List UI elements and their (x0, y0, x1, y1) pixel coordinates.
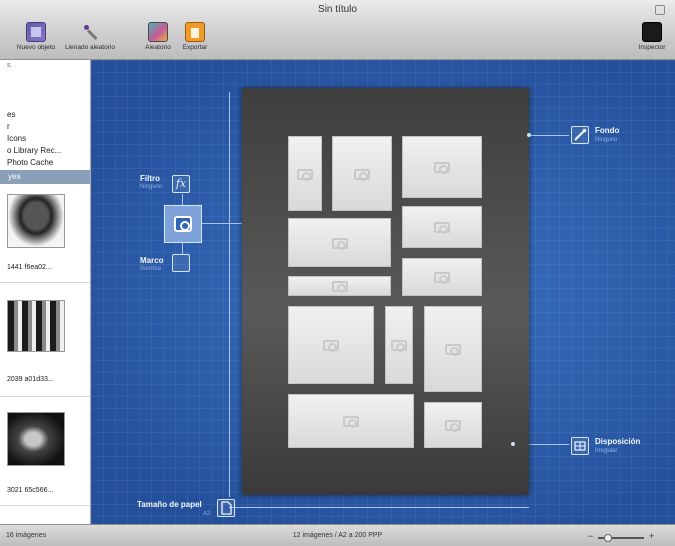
camera-icon (445, 344, 461, 356)
frame-icon[interactable] (172, 254, 190, 272)
export-icon (185, 22, 205, 42)
image-slot[interactable] (288, 218, 391, 267)
image-slot[interactable] (288, 136, 322, 211)
sidebar-item[interactable]: es (7, 110, 15, 119)
sidebar-selected-label: yes (8, 172, 21, 181)
image-slot[interactable] (402, 136, 482, 198)
brush-glyph (574, 128, 587, 141)
frame-value: Sombra (140, 266, 162, 272)
sidebar-item[interactable]: s (7, 62, 11, 69)
inspector-label: Inspector (638, 44, 666, 51)
guide-dot (511, 442, 515, 446)
guide-line (529, 135, 569, 136)
camera-icon (331, 281, 348, 293)
image-slot[interactable] (402, 206, 482, 248)
paper-size-value: A2 (203, 511, 211, 517)
window-title: Sin título (318, 4, 357, 15)
camera-icon (174, 216, 192, 232)
divider (0, 282, 90, 283)
camera-icon (343, 416, 359, 428)
layout-label: Disposición (595, 437, 641, 446)
camera-icon (445, 420, 461, 432)
photo-thumbnail[interactable] (7, 300, 65, 352)
camera-icon (434, 272, 450, 284)
image-slot[interactable] (424, 306, 482, 392)
photo-thumbnail[interactable] (7, 412, 65, 466)
image-slot[interactable] (385, 306, 413, 384)
export-label: Exportar (182, 44, 208, 51)
vertical-guide (229, 92, 230, 497)
divider (0, 505, 90, 506)
image-slot[interactable] (332, 136, 392, 211)
grid-glyph (574, 441, 586, 451)
image-slot[interactable] (402, 258, 482, 296)
document-glyph (221, 501, 232, 515)
new-object-button[interactable]: Nuevo objeto (14, 22, 58, 51)
sidebar-item-library[interactable]: o Library Rec... (7, 146, 61, 155)
image-slot[interactable] (424, 402, 482, 448)
background-value: Ninguno (595, 137, 618, 143)
inspector-icon (642, 22, 662, 42)
shuffle-icon (148, 22, 168, 42)
photo-caption: 3021 65c566... (7, 487, 54, 494)
filter-value: Ninguno (140, 184, 163, 190)
inspector-button[interactable]: Inspector (634, 22, 670, 51)
layout-icon[interactable] (571, 437, 589, 455)
page-icon[interactable] (217, 499, 235, 517)
random-label: Aleatorio (145, 44, 171, 51)
paper-page[interactable] (242, 88, 529, 495)
new-object-icon (26, 22, 46, 42)
image-slot[interactable] (288, 394, 414, 448)
new-object-label: Nuevo objeto (16, 44, 56, 51)
photo-caption: 1441 f6ea02... (7, 264, 52, 271)
toolbar: Sin título Nuevo objeto Llenado aleatori… (0, 0, 675, 60)
image-slot[interactable] (288, 306, 374, 384)
photo-thumbnail[interactable] (7, 194, 65, 248)
paper-size-label: Tamaño de papel (137, 500, 202, 509)
brush-icon[interactable] (571, 126, 589, 144)
random-button[interactable]: Aleatorio (140, 22, 176, 51)
camera-icon (297, 168, 313, 181)
layout-canvas[interactable]: Filtro Ninguno fx Marco Sombra Fondo Nin… (91, 60, 675, 524)
magic-wand-icon (80, 22, 100, 42)
camera-icon (354, 168, 370, 181)
status-bar: 16 imágenes 12 imágenes / A2 a 200 PPP −… (0, 524, 675, 546)
sidebar: s es r Icons o Library Rec... Photo Cach… (0, 60, 91, 524)
photo-frame-widget[interactable] (164, 205, 202, 243)
sidebar-item[interactable]: r (7, 122, 10, 131)
image-slot[interactable] (288, 276, 391, 296)
camera-icon (323, 340, 339, 352)
guide-dot (527, 133, 531, 137)
camera-icon (391, 340, 407, 352)
page-info: 12 imágenes / A2 a 200 PPP (292, 532, 383, 539)
sidebar-item-selected[interactable]: yes (0, 170, 90, 184)
sidebar-item-photo-cache[interactable]: Photo Cache (7, 158, 53, 167)
zoom-slider-knob[interactable] (604, 534, 612, 542)
random-fill-label: Llenado aleatorio (65, 44, 115, 51)
export-button[interactable]: Exportar (178, 22, 212, 51)
guide-line (182, 194, 183, 205)
photo-caption: 2039 a01d33... (7, 376, 54, 383)
camera-icon (434, 162, 450, 174)
filter-label: Filtro (140, 174, 160, 183)
guide-line (202, 223, 242, 224)
zoom-in-icon[interactable]: + (649, 531, 654, 541)
background-label: Fondo (595, 126, 620, 135)
camera-icon (331, 237, 348, 250)
random-fill-button[interactable]: Llenado aleatorio (60, 22, 120, 51)
divider (0, 396, 90, 397)
sidebar-item-icons[interactable]: Icons (7, 134, 26, 143)
frame-label: Marco (140, 256, 164, 265)
layout-value: Irregular (595, 448, 618, 454)
camera-icon (434, 222, 450, 234)
horizontal-guide (229, 507, 529, 508)
guide-line (182, 243, 183, 254)
app-window: Sin título Nuevo objeto Llenado aleatori… (0, 0, 675, 546)
zoom-out-icon[interactable]: − (588, 531, 593, 541)
fx-icon[interactable]: fx (172, 175, 190, 193)
resize-icon[interactable] (655, 5, 665, 15)
